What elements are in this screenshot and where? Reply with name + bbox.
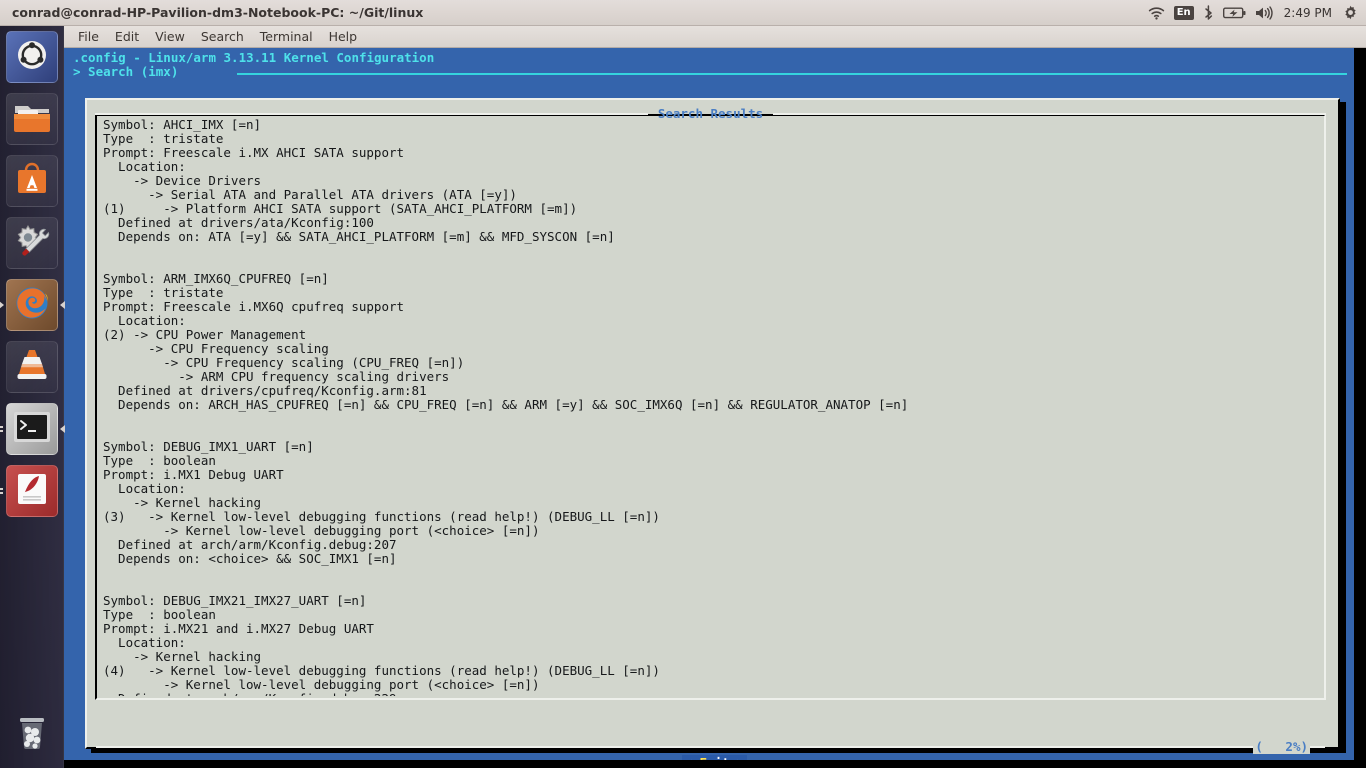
software-bag-icon xyxy=(15,162,49,200)
menu-edit[interactable]: Edit xyxy=(115,29,139,44)
exit-button[interactable]: < Exit > xyxy=(682,755,747,760)
launcher-item-trash[interactable] xyxy=(6,708,58,760)
dialog-button-row: < Exit > xyxy=(87,755,1342,760)
launcher-item-terminal[interactable] xyxy=(0,403,65,455)
volume-icon[interactable] xyxy=(1255,0,1273,26)
exit-button-open-bracket: < xyxy=(684,755,699,760)
menu-search[interactable]: Search xyxy=(201,29,244,44)
wifi-icon[interactable] xyxy=(1148,0,1165,26)
unity-launcher xyxy=(0,26,65,768)
terminal-content[interactable]: .config - Linux/arm 3.13.11 Kernel Confi… xyxy=(64,48,1366,768)
gear-wrench-icon xyxy=(14,224,50,262)
exit-button-label-rest: xit > xyxy=(707,755,745,760)
terminal-icon xyxy=(13,411,51,447)
focused-indicator-right xyxy=(59,425,65,433)
launcher-item-software-center[interactable] xyxy=(5,155,58,207)
folder-icon xyxy=(13,101,51,137)
search-results-dialog: Symbol: AHCI_IMX [=n] Type : tristate Pr… xyxy=(85,98,1340,760)
keyboard-layout-indicator[interactable]: En xyxy=(1173,5,1194,20)
ubuntu-logo-icon xyxy=(15,38,49,76)
menu-terminal[interactable]: Terminal xyxy=(260,29,313,44)
gear-icon[interactable] xyxy=(1343,0,1358,26)
vlc-cone-icon xyxy=(16,348,48,386)
running-indicator-left xyxy=(0,301,4,309)
results-pane[interactable]: Symbol: AHCI_IMX [=n] Type : tristate Pr… xyxy=(95,114,1326,700)
top-panel: conrad@conrad-HP-Pavilion-dm3-Notebook-P… xyxy=(0,0,1366,26)
menu-view[interactable]: View xyxy=(155,29,185,44)
document-icon xyxy=(16,472,48,510)
menu-file[interactable]: File xyxy=(78,29,99,44)
launcher-item-files[interactable] xyxy=(5,93,58,145)
menu-help[interactable]: Help xyxy=(329,29,358,44)
launcher-item-system-settings[interactable] xyxy=(5,217,58,269)
bluetooth-icon[interactable] xyxy=(1203,0,1214,26)
search-results-text: Symbol: AHCI_IMX [=n] Type : tristate Pr… xyxy=(103,118,909,696)
exit-button-hotkey: E xyxy=(699,755,707,760)
scroll-percentage: ( 2%) xyxy=(1253,739,1310,754)
running-indicator-left xyxy=(0,486,3,496)
menuconfig-backdrop: .config - Linux/arm 3.13.11 Kernel Confi… xyxy=(64,48,1354,760)
launcher-item-ubuntu-dash[interactable] xyxy=(5,31,58,83)
trash-icon xyxy=(15,714,49,754)
battery-icon[interactable] xyxy=(1222,0,1246,26)
menuconfig-title: .config - Linux/arm 3.13.11 Kernel Confi… xyxy=(73,50,435,65)
breadcrumb-rule xyxy=(237,73,1347,75)
firefox-icon xyxy=(14,285,50,325)
launcher-item-firefox[interactable] xyxy=(0,279,65,331)
launcher-item-document-viewer[interactable] xyxy=(0,465,58,517)
results-pane-inner: Symbol: AHCI_IMX [=n] Type : tristate Pr… xyxy=(99,118,1322,696)
window-title: conrad@conrad-HP-Pavilion-dm3-Notebook-P… xyxy=(12,5,424,20)
terminal-window: File Edit View Search Terminal Help .con… xyxy=(64,26,1366,768)
dialog-separator xyxy=(96,746,1325,748)
menuconfig-breadcrumb: > Search (imx) xyxy=(73,64,179,79)
running-indicator-left xyxy=(0,424,3,434)
launcher-item-vlc[interactable] xyxy=(5,341,58,393)
system-tray: En 2:49 PM xyxy=(1148,0,1366,26)
terminal-menubar: File Edit View Search Terminal Help xyxy=(64,26,1366,48)
focused-indicator-right xyxy=(59,301,65,309)
clock[interactable]: 2:49 PM xyxy=(1282,6,1334,20)
